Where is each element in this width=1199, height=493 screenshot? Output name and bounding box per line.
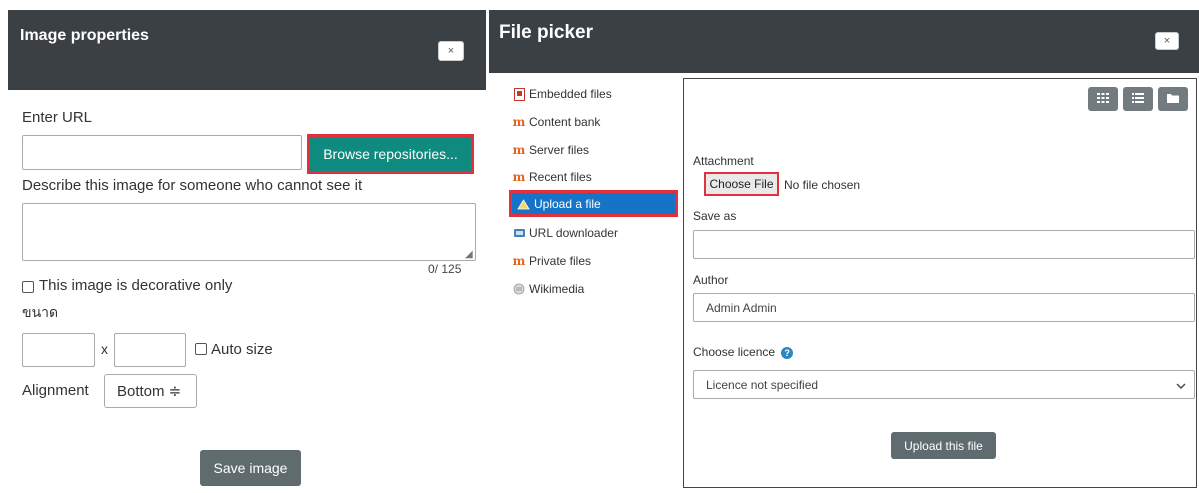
browse-repositories-button[interactable]: Browse repositories...: [307, 134, 474, 174]
licence-value: Licence not specified: [706, 377, 819, 392]
upload-icon: [516, 197, 530, 211]
list-view-button[interactable]: [1123, 87, 1153, 111]
author-input[interactable]: Admin Admin: [693, 293, 1195, 322]
no-file-text: No file chosen: [784, 178, 861, 192]
licence-label-row: Choose licence?: [693, 345, 794, 359]
repo-label: Recent files: [529, 170, 592, 184]
upload-panel: Attachment Choose File No file chosen Sa…: [683, 78, 1197, 488]
repo-label: Private files: [529, 254, 592, 268]
repo-wikimedia[interactable]: Wikimedia: [512, 279, 584, 299]
close-button[interactable]: ×: [1155, 32, 1179, 50]
width-input[interactable]: [22, 333, 95, 367]
moodle-icon: m: [512, 254, 526, 268]
attachment-label: Attachment: [693, 154, 754, 168]
repo-recent-files[interactable]: m Recent files: [512, 167, 592, 187]
decorative-label: This image is decorative only: [39, 277, 233, 294]
size-label: ขนาด: [22, 304, 59, 320]
folder-view-icon: [1167, 93, 1179, 106]
height-input[interactable]: [114, 333, 186, 367]
character-counter: 0/ 125: [428, 262, 462, 276]
wikimedia-icon: [512, 282, 526, 296]
dialog-title: Image properties: [20, 27, 149, 44]
save-image-button[interactable]: Save image: [200, 450, 301, 486]
alignment-label: Alignment: [22, 382, 89, 399]
auto-size-checkbox[interactable]: [195, 343, 207, 355]
repo-server-files[interactable]: m Server files: [512, 140, 589, 160]
grid-view-icon: [1097, 92, 1109, 106]
upload-this-file-button[interactable]: Upload this file: [891, 432, 996, 459]
author-label: Author: [693, 273, 729, 287]
describe-label: Describe this image for someone who cann…: [22, 177, 363, 194]
document-icon: [512, 87, 526, 101]
repo-embedded-files[interactable]: Embedded files: [512, 84, 612, 104]
decorative-checkbox[interactable]: [22, 281, 34, 293]
repo-label: Server files: [529, 143, 590, 157]
save-as-label: Save as: [693, 209, 737, 223]
image-properties-dialog: Image properties × Enter URL Browse repo…: [8, 10, 486, 493]
repo-label: Content bank: [529, 115, 601, 129]
enter-url-label: Enter URL: [22, 109, 93, 126]
save-as-input[interactable]: [693, 230, 1195, 259]
repo-content-bank[interactable]: m Content bank: [512, 112, 601, 132]
alignment-select[interactable]: Bottom ≑: [104, 374, 197, 408]
moodle-icon: m: [512, 170, 526, 184]
close-icon: ×: [1163, 35, 1171, 47]
resize-grip-icon[interactable]: ◢: [465, 249, 473, 260]
auto-size-label: Auto size: [211, 341, 273, 358]
repo-label: Embedded files: [529, 87, 612, 101]
repo-label: Upload a file: [534, 196, 601, 211]
url-download-icon: [512, 226, 526, 240]
close-icon: ×: [447, 45, 455, 57]
moodle-icon: m: [512, 143, 526, 157]
folder-view-button[interactable]: [1158, 87, 1188, 111]
licence-select[interactable]: Licence not specified: [693, 370, 1195, 399]
moodle-icon: m: [512, 115, 526, 129]
file-picker-header: File picker ×: [489, 10, 1199, 73]
file-picker-title: File picker: [499, 22, 593, 43]
repo-url-downloader[interactable]: URL downloader: [512, 223, 618, 243]
description-textarea[interactable]: [22, 203, 476, 261]
url-input[interactable]: [22, 135, 302, 170]
list-view-icon: [1132, 92, 1144, 106]
chevron-down-icon: [1176, 378, 1186, 392]
close-button[interactable]: ×: [438, 41, 464, 61]
size-x-label: x: [101, 341, 108, 357]
choose-file-button[interactable]: Choose File: [704, 172, 779, 196]
dialog-header: Image properties ×: [8, 10, 486, 90]
repo-private-files[interactable]: m Private files: [512, 251, 591, 271]
grid-view-button[interactable]: [1088, 87, 1118, 111]
licence-label: Choose licence: [693, 345, 776, 359]
help-icon[interactable]: ?: [781, 346, 794, 359]
repo-label: URL downloader: [529, 226, 618, 240]
repo-label: Wikimedia: [529, 282, 585, 296]
file-picker-dialog: File picker × Embedded files m Content b…: [489, 10, 1199, 493]
repo-upload-a-file[interactable]: Upload a file: [509, 190, 678, 217]
